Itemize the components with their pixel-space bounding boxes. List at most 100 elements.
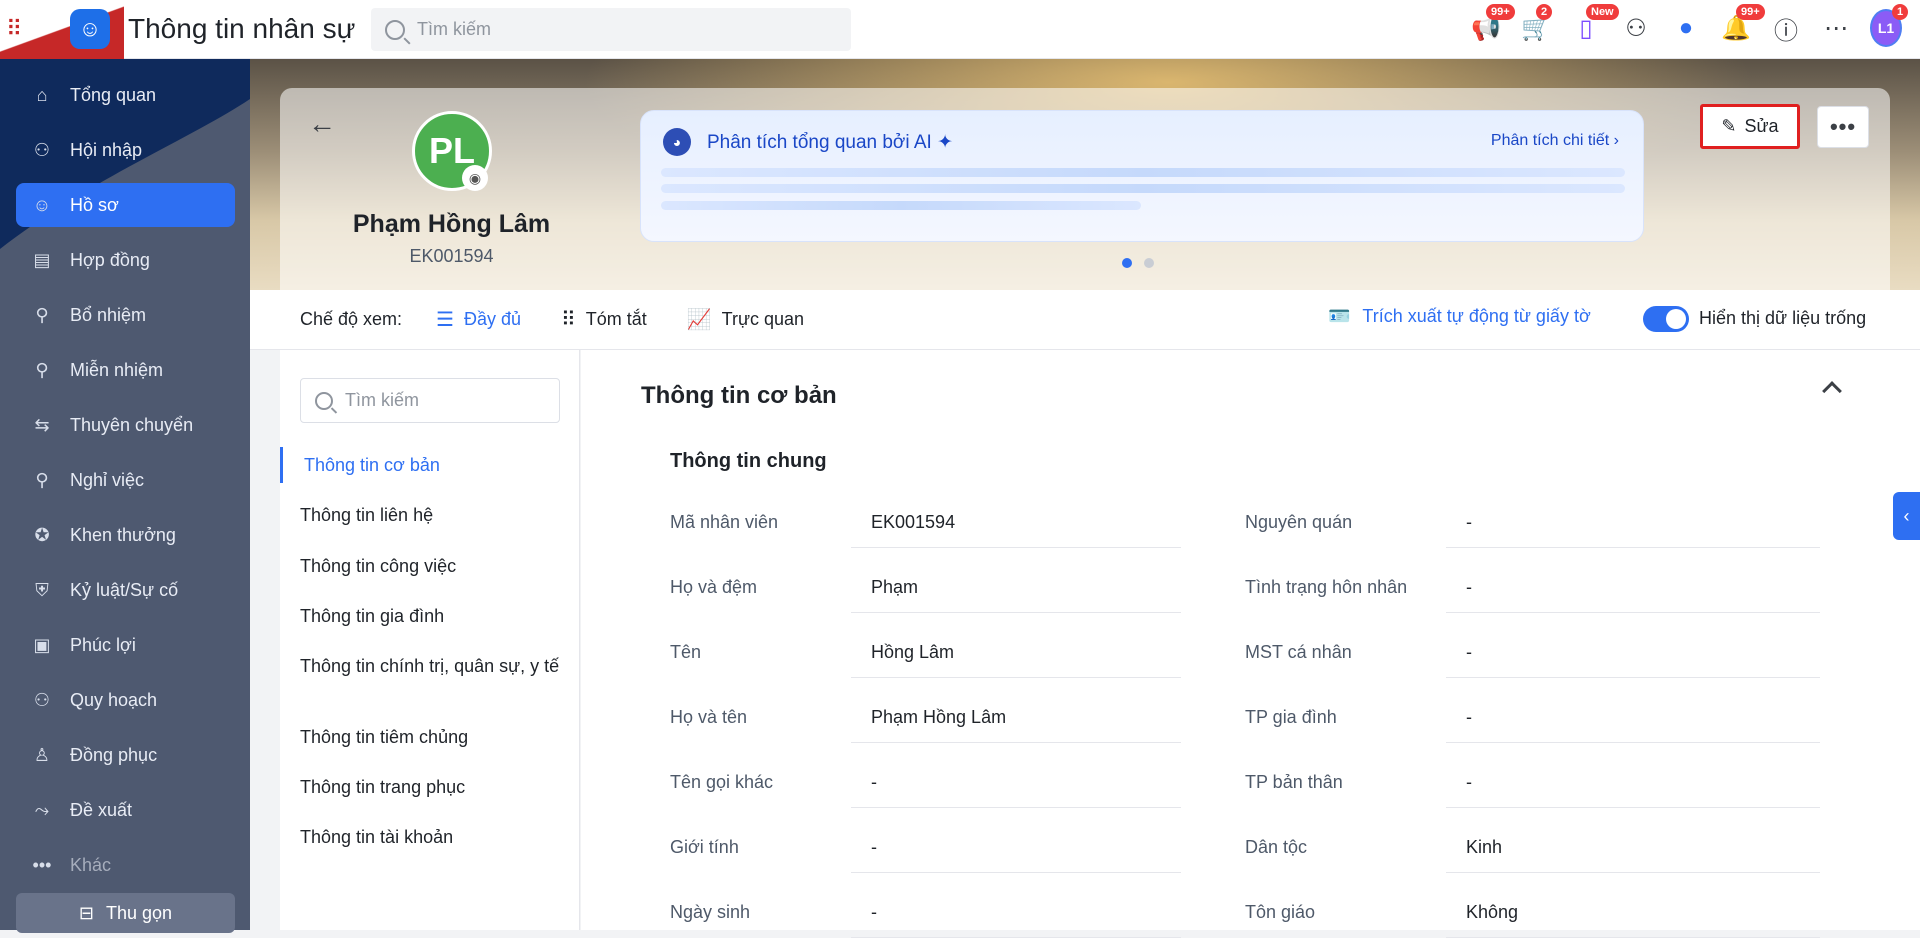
cart-badge: 2 [1536,4,1553,20]
field-value: Kinh [1446,837,1820,873]
field-value: Phạm [851,577,1181,613]
sidebar-item[interactable]: ⚲ Nghỉ việc [16,458,235,502]
shield-icon: ⛨ [35,579,49,600]
sidebar-item[interactable]: ♙ Đồng phục [16,733,235,777]
transfer-icon: ⇆ [34,414,50,435]
nav-job-info[interactable]: Thông tin công việc [300,553,565,579]
view-visual-option[interactable]: 📈 Trực quan [687,307,804,332]
collapse-icon: ⊟ [78,902,95,923]
edit-label: Sửa [1744,116,1779,136]
search-icon [315,391,333,410]
field-value: Không [1446,902,1820,938]
sidebar-item[interactable]: ⛨ Kỷ luật/Sự cố [16,568,235,612]
nav-account-info[interactable]: Thông tin tài khoản [300,824,565,850]
auto-extract-button[interactable]: 🪪 Trích xuất tự động từ giấy tờ [1328,306,1591,327]
user-icon: ☺ [32,194,52,215]
sidebar-item-label: Miễn nhiệm [70,359,164,380]
nav-vaccination-info[interactable]: Thông tin tiêm chủng [300,724,565,750]
section-search-input[interactable]: Tìm kiếm [300,378,560,423]
camera-icon[interactable]: ◉ [462,165,488,191]
field-label: Giới tính [670,837,739,857]
field-value: - [1446,512,1820,548]
sidebar-item[interactable]: ⇆ Thuyên chuyển [16,403,235,447]
sidebar-item[interactable]: ⤳ Đề xuất [16,788,235,832]
ai-title: Phân tích tổng quan bởi AI ✦ [707,132,953,153]
view-summary-option[interactable]: ⠿ Tóm tắt [561,307,647,332]
sidebar-item-label: Hợp đồng [70,249,150,270]
field-value: - [851,837,1181,873]
bell-icon[interactable]: 🔔 99+ [1720,4,1765,48]
sidebar-item-label: Tổng quan [70,84,157,105]
search-icon [385,19,405,40]
field-value: - [1446,772,1820,808]
sidebar-item-label: Bổ nhiệm [70,304,147,325]
edit-button[interactable]: ✎ Sửa [1700,104,1800,149]
employee-name: Phạm Hồng Lâm [352,210,551,238]
cart-icon[interactable]: 🛒 2 [1520,4,1553,48]
phone-icon[interactable]: ▯ New [1570,4,1619,48]
team-icon: ⚇ [33,139,51,160]
sidebar-item[interactable]: ▣ Phúc lợi [16,623,235,667]
field-value: - [1446,577,1820,613]
pencil-icon: ✎ [1721,116,1737,136]
ai-detail-link[interactable]: Phân tích chi tiết › [1491,132,1619,150]
more-icon[interactable]: ⋯ [1820,8,1852,48]
sidebar-item-label: Nghỉ việc [70,469,145,490]
megaphone-badge: 99+ [1486,4,1515,20]
sidebar-item[interactable]: ⚲ Bổ nhiệm [16,293,235,337]
field-value: - [851,902,1181,938]
nav-basic-info[interactable]: Thông tin cơ bản [304,452,569,478]
sidebar-item[interactable]: ✪ Khen thưởng [16,513,235,557]
carousel-dot[interactable] [1144,258,1154,268]
home-icon: ⌂ [36,84,48,105]
ai-skeleton-line [661,184,1625,193]
back-arrow-icon[interactable]: ← [308,108,336,140]
global-search-input[interactable]: Tìm kiếm [371,8,851,51]
sparkle-icon: ✦ [937,132,953,153]
right-panel-toggle[interactable]: ‹ [1893,492,1920,540]
view-full-option[interactable]: ☰ Đầy đủ [436,307,521,332]
app-title: Thông tin nhân sự [128,13,356,44]
nav-political-info[interactable]: Thông tin chính trị, quân sự, y tế [300,653,565,679]
plan-icon: ⚇ [33,689,51,710]
sidebar-item-label: Hội nhập [70,139,143,160]
sidebar-item[interactable]: ••• Khác [16,843,235,887]
add-user-icon[interactable]: ⚇ [1620,8,1652,48]
nav-uniform-info[interactable]: Thông tin trang phục [300,774,565,800]
list-icon: ☰ [436,309,454,331]
user-x-icon: ⚲ [35,469,49,490]
document-icon: ▤ [33,249,51,270]
sidebar-item[interactable]: ⚇ Hội nhập [16,128,235,172]
apps-grid-icon[interactable]: ⠿ [6,16,22,42]
sidebar-item[interactable]: ▤ Hợp đồng [16,238,235,282]
megaphone-icon[interactable]: 📢 99+ [1470,4,1515,48]
field-label: TP bản thân [1245,772,1343,792]
nav-family-info[interactable]: Thông tin gia đình [300,603,565,629]
chat-icon[interactable]: ● [1670,8,1702,48]
sidebar-item-label: Đề xuất [70,799,133,820]
user-avatar[interactable]: L1 1 [1870,4,1909,48]
more-actions-button[interactable]: ••• [1817,106,1869,148]
collapse-sidebar-button[interactable]: ⊟ Thu gọn [16,893,235,933]
app-logo[interactable]: ⠿ ☺ [0,0,124,59]
field-value: - [851,772,1181,808]
main-content: Thông tin cơ bản Thông tin chung Mã nhân… [581,350,1920,938]
sidebar-item-label: Đồng phục [70,744,158,765]
sidebar-item[interactable]: ⌂ Tổng quan [16,73,235,117]
shirt-icon: ♙ [33,744,51,765]
nav-contact-info[interactable]: Thông tin liên hệ [300,502,565,528]
carousel-dot[interactable] [1122,258,1132,268]
sidebar-item[interactable]: ⚲ Miễn nhiệm [16,348,235,392]
user-minus-icon: ⚲ [35,359,49,380]
sidebar-item[interactable]: ⚇ Quy hoạch [16,678,235,722]
show-empty-toggle[interactable] [1643,306,1689,332]
chevron-up-icon[interactable] [1822,381,1842,401]
help-icon[interactable]: ⓘ [1770,8,1802,48]
field-label: Họ và tên [670,707,748,727]
user-plus-icon: ⚲ [35,304,49,325]
field-value: EK001594 [851,512,1181,548]
sidebar-item[interactable]: ☺ Hồ sơ [16,183,235,227]
proposal-icon: ⤳ [34,799,50,820]
active-indicator [280,447,283,483]
ai-skeleton-line [661,168,1625,177]
